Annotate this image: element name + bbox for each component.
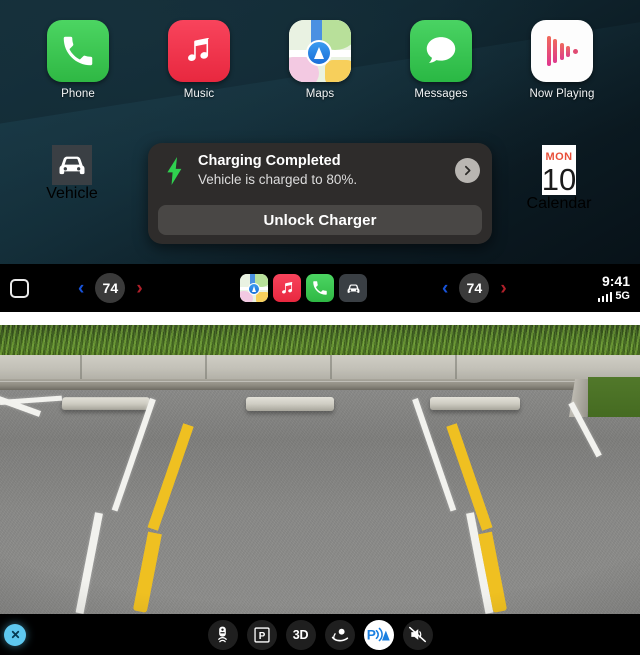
maps-dock-icon[interactable] [240,274,268,302]
mute-speaker-icon[interactable] [402,619,433,650]
camera-toolbar: P 3D P [0,614,640,655]
home-square-icon[interactable] [10,278,29,298]
notification-text: Charging Completed Vehicle is charged to… [198,152,455,189]
parking-sensor-car-icon[interactable] [207,619,238,650]
chevron-left-icon[interactable]: ‹ [442,279,448,298]
notification-header: Charging Completed Vehicle is charged to… [148,143,492,198]
music-note-icon [168,20,230,82]
chevron-right-icon[interactable]: › [136,279,142,298]
park-assist-p-icon[interactable]: P [246,619,277,650]
three-d-label: 3D [292,627,309,642]
app-messages[interactable]: Messages [396,20,486,116]
app-label: Music [183,88,215,100]
carplay-status-bar: ‹ 74 › ‹ 74 › 9:41 5G [0,264,640,312]
app-vehicle[interactable]: Vehicle [41,145,103,203]
status-clock-area: 9:41 5G [597,273,630,302]
phone-icon [47,20,109,82]
now-playing-icon [531,20,593,82]
clock-time: 9:41 [601,273,630,289]
app-label: Now Playing [529,88,595,100]
unlock-charger-label: Unlock Charger [263,211,377,229]
rear-parking-camera-panel: P 3D P [0,325,640,655]
messages-bubble-icon [410,20,472,82]
calendar-day: 10 [541,162,577,197]
notification-subtitle: Vehicle is charged to 80%. [198,172,358,188]
app-grid: Phone Music Maps Messages Now Playing [0,20,640,116]
vehicle-dock-icon[interactable] [339,274,367,302]
app-calendar[interactable]: MON 10 Calendar [526,145,592,213]
charging-bolt-icon [162,154,188,188]
signal-area: 5G [597,290,630,302]
app-now-playing[interactable]: Now Playing [517,20,607,116]
app-music[interactable]: Music [154,20,244,116]
chevron-left-icon[interactable]: ‹ [78,279,84,298]
unlock-charger-button[interactable]: Unlock Charger [158,205,482,235]
carplay-parking-screenshot: Phone Music Maps Messages Now Playing Ve… [0,0,640,655]
app-phone[interactable]: Phone [33,20,123,116]
app-maps[interactable]: Maps [275,20,365,116]
calendar-icon: MON 10 [541,145,577,197]
app-label: Calendar [526,195,592,212]
network-label: 5G [615,290,630,302]
right-temperature-value: 74 [466,280,483,296]
camera-vignette [0,325,640,614]
camera-wash-icon[interactable] [324,619,355,650]
app-label: Vehicle [46,185,98,202]
park-distance-alert-icon[interactable]: P [363,619,394,650]
right-climate-control: ‹ 74 › [442,273,507,303]
notification-title: Charging Completed [198,153,341,170]
music-dock-icon[interactable] [273,274,301,302]
app-label: Messages [414,88,468,100]
right-temperature-bubble[interactable]: 74 [459,273,490,303]
car-front-icon [52,145,92,185]
maps-icon [289,20,351,82]
phone-dock-icon[interactable] [306,274,334,302]
three-d-view-button[interactable]: 3D [285,619,316,650]
left-temperature-value: 74 [102,280,119,296]
left-climate-control: ‹ 74 › [78,273,143,303]
carplay-home-screen: Phone Music Maps Messages Now Playing Ve… [0,0,640,312]
svg-text:P: P [367,628,376,643]
charging-notification-card[interactable]: Charging Completed Vehicle is charged to… [148,143,492,244]
chevron-right-icon[interactable] [455,158,480,183]
app-label: Maps [305,88,335,100]
panel-divider [0,312,640,325]
app-label: Phone [61,88,95,100]
camera-feed [0,325,640,614]
svg-text:P: P [258,631,265,642]
dock-app-icons [240,274,367,302]
left-temperature-bubble[interactable]: 74 [95,273,126,303]
chevron-right-icon[interactable]: › [500,279,506,298]
cellular-bars-icon [597,292,613,302]
camera-tool-buttons: P 3D P [0,619,640,650]
